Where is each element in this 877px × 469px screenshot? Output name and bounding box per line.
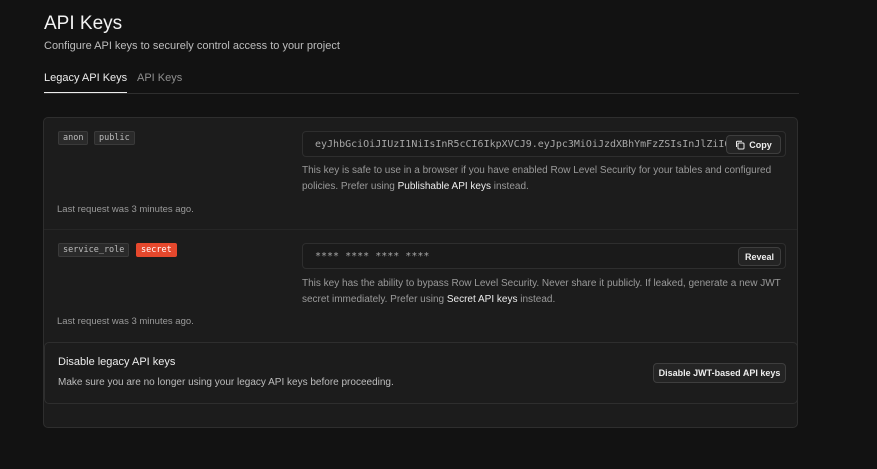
disable-legacy-description: Make sure you are no longer using your l… <box>58 377 394 388</box>
service-desc-suffix: instead. <box>517 294 556 305</box>
reveal-button[interactable]: Reveal <box>738 247 781 266</box>
tab-bar: Legacy API Keys API Keys <box>44 72 799 94</box>
service-key-value: **** **** **** **** <box>315 251 430 262</box>
anon-desc-text: This key is safe to use in a browser if … <box>302 165 772 192</box>
copy-button-label: Copy <box>749 139 772 150</box>
disable-jwt-keys-button[interactable]: Disable JWT-based API keys <box>653 363 786 383</box>
service-role-badge: service_role <box>58 243 130 257</box>
anon-key-description: This key is safe to use in a browser if … <box>302 163 792 195</box>
anon-desc-suffix: instead. <box>491 181 529 192</box>
api-keys-panel: anon public eyJhbGciOiJIUzI1NiIsInR5cCI6… <box>43 117 798 428</box>
copy-button[interactable]: Copy <box>726 135 781 154</box>
anon-key-value: eyJhbGciOiJIUzI1NiIsInR5cCI6IkpXVCJ9.eyJ… <box>315 139 727 150</box>
anon-last-request: Last request was 3 minutes ago. <box>57 204 194 215</box>
secret-keys-link[interactable]: Secret API keys <box>447 294 518 305</box>
tab-legacy-api-keys[interactable]: Legacy API Keys <box>44 72 128 93</box>
anon-badge: anon <box>58 131 89 145</box>
service-key-field[interactable]: **** **** **** **** Reveal <box>302 243 786 269</box>
section-divider <box>44 229 797 230</box>
tab-api-keys[interactable]: API Keys <box>137 72 182 92</box>
page-title: API Keys <box>44 13 123 34</box>
copy-icon <box>735 140 745 150</box>
secret-badge: secret <box>136 243 177 257</box>
service-last-request: Last request was 3 minutes ago. <box>57 316 194 327</box>
anon-key-field[interactable]: eyJhbGciOiJIUzI1NiIsInR5cCI6IkpXVCJ9.eyJ… <box>302 131 786 157</box>
service-key-description: This key has the ability to bypass Row L… <box>302 276 792 308</box>
public-badge: public <box>94 131 135 145</box>
disable-legacy-card: Disable legacy API keys Make sure you ar… <box>44 342 798 404</box>
disable-legacy-title: Disable legacy API keys <box>58 356 176 368</box>
publishable-keys-link[interactable]: Publishable API keys <box>398 181 491 192</box>
page-subtitle: Configure API keys to securely control a… <box>44 40 340 52</box>
